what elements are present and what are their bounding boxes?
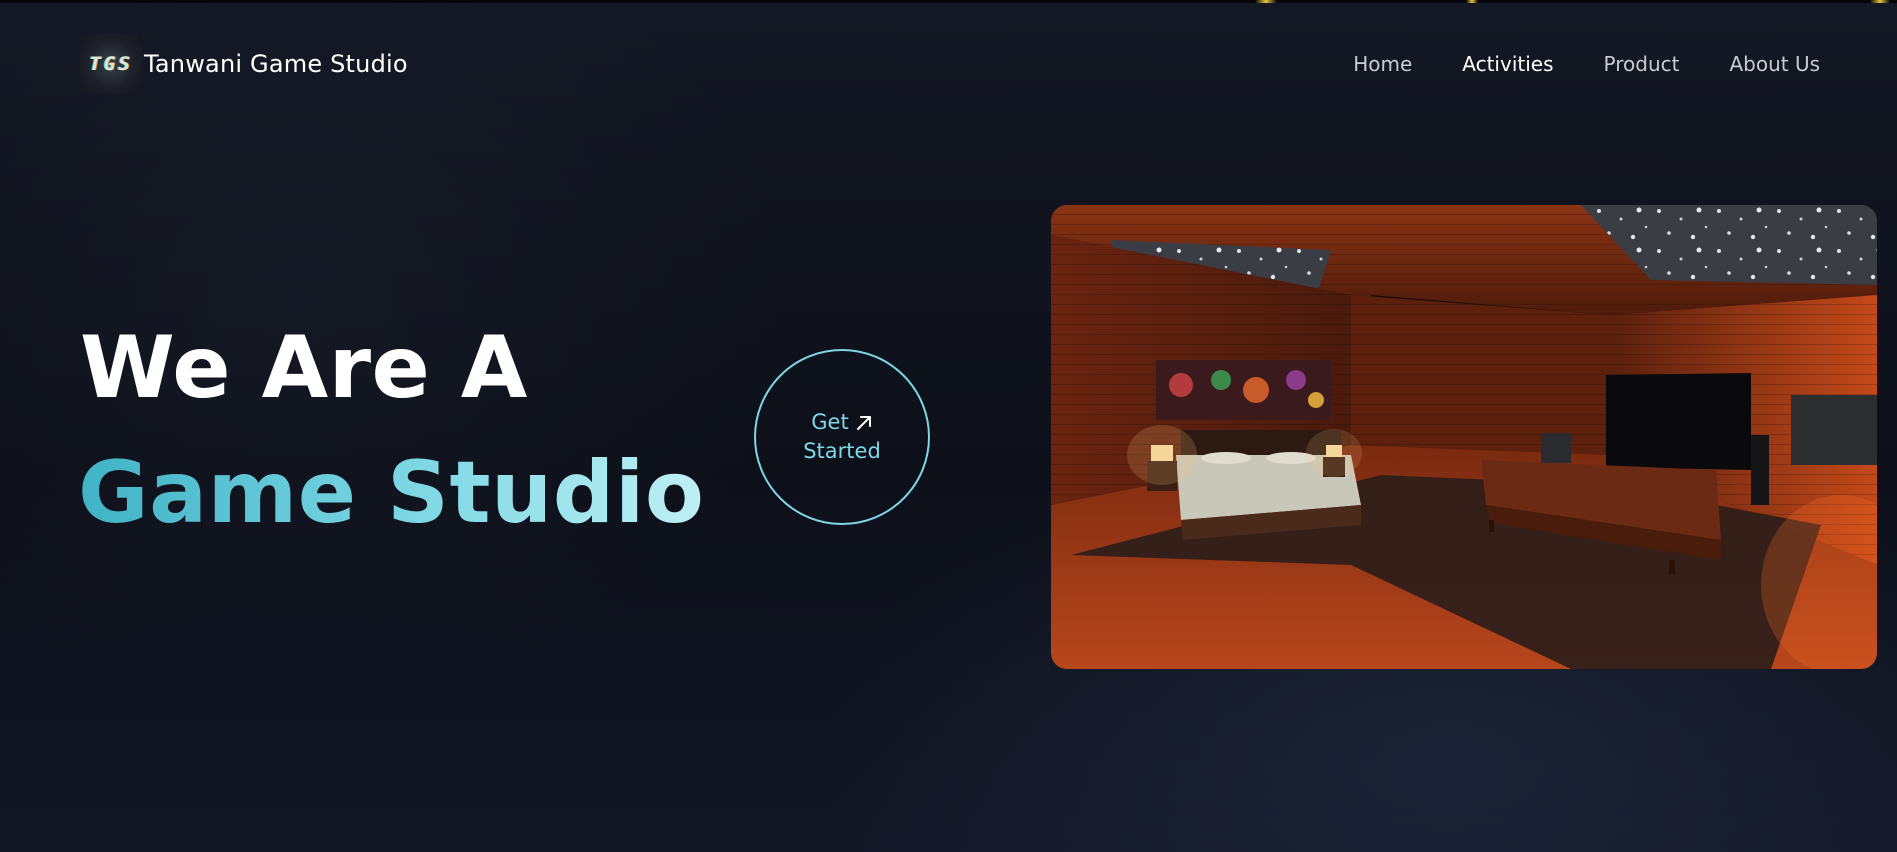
- get-started-button[interactable]: Get Started: [754, 349, 930, 525]
- nav-link-home[interactable]: Home: [1353, 52, 1412, 76]
- cta-label-line2: Started: [803, 439, 881, 463]
- page: TGS Tanwani Game Studio Home Activities …: [0, 0, 1897, 852]
- hero-heading-line1: We Are A: [80, 318, 528, 418]
- logo-icon[interactable]: TGS: [80, 34, 142, 94]
- room-render-image: [1051, 205, 1877, 669]
- nav-link-about-us[interactable]: About Us: [1729, 52, 1820, 76]
- nav-link-activities[interactable]: Activities: [1462, 52, 1553, 76]
- top-border-glint: [1255, 0, 1277, 3]
- arrow-up-right-icon: [855, 414, 873, 432]
- cta-row: Get: [811, 408, 872, 437]
- top-border-glint: [1466, 0, 1478, 3]
- brand-name[interactable]: Tanwani Game Studio: [144, 50, 408, 78]
- nav-link-product[interactable]: Product: [1604, 52, 1680, 76]
- top-border: [0, 0, 1897, 3]
- brand[interactable]: TGS Tanwani Game Studio: [80, 34, 408, 94]
- top-border-glint: [1870, 0, 1890, 3]
- cta-label-line1: Get: [811, 410, 849, 434]
- main-nav: Home Activities Product About Us: [1353, 52, 1820, 76]
- site-header: TGS Tanwani Game Studio Home Activities …: [80, 34, 1820, 94]
- hero-heading-line2: Game Studio: [78, 443, 705, 543]
